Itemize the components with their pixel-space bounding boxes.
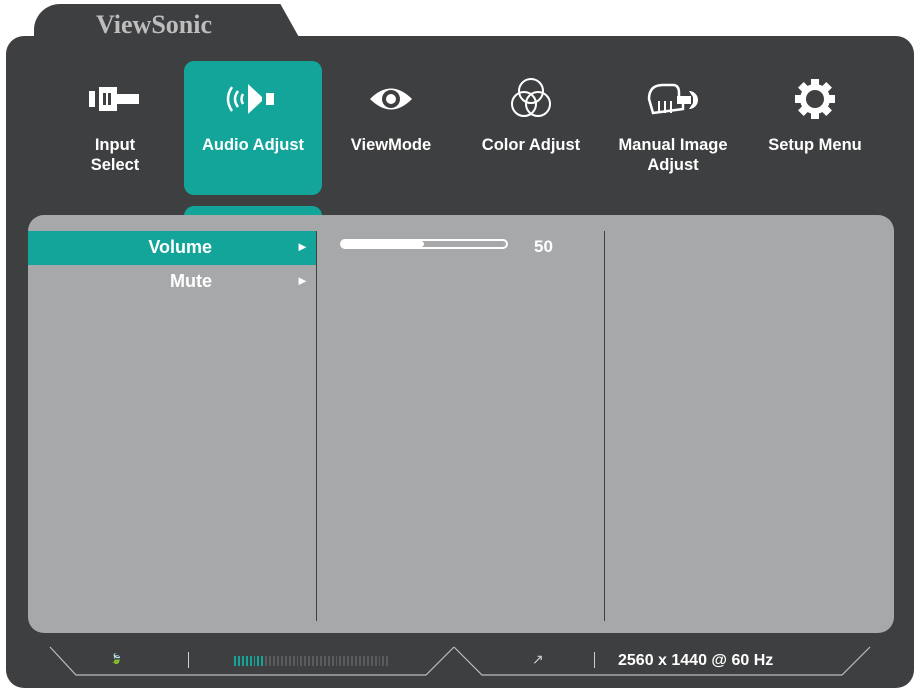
menu-item-volume[interactable]: Volume ► (28, 231, 316, 265)
meter-segment (319, 656, 322, 666)
meter-segment (382, 656, 385, 666)
eco-meter (234, 656, 389, 666)
meter-segment (292, 656, 295, 666)
hand-wrench-icon (604, 77, 742, 121)
nav-viewmode[interactable]: ViewMode (322, 61, 460, 195)
meter-segment (308, 656, 311, 666)
arrow-right-icon: ► (296, 239, 309, 254)
meter-segment (378, 656, 381, 666)
nav-label: Input Select (90, 136, 140, 174)
meter-segment (269, 656, 272, 666)
menu-item-mute[interactable]: Mute ► (28, 265, 316, 299)
volume-slider[interactable] (340, 239, 508, 249)
meter-segment (316, 656, 318, 666)
meter-segment (288, 656, 291, 666)
meter-segment (370, 656, 373, 666)
input-select-icon (46, 77, 184, 121)
meter-segment (265, 656, 268, 666)
nav-label: Color Adjust (481, 136, 581, 154)
nav-label: Manual Image Adjust (618, 136, 728, 174)
content-panel: Volume ► Mute ► 50 (28, 215, 894, 633)
volume-value: 50 (534, 237, 553, 256)
meter-segment (276, 656, 279, 666)
meter-segment (347, 656, 350, 666)
column-divider (316, 231, 317, 621)
resolution-text: 2560 x 1440 @ 60 Hz (618, 652, 774, 669)
meter-segment (343, 656, 346, 666)
column-divider (604, 231, 605, 621)
menu-item-label: Volume (148, 237, 212, 257)
meter-segment (362, 656, 365, 666)
speaker-icon (184, 77, 322, 121)
meter-segment (335, 656, 338, 666)
menu-item-label: Mute (170, 271, 212, 291)
meter-segment (355, 656, 357, 666)
meter-segment (359, 656, 361, 666)
meter-segment (374, 656, 377, 666)
meter-segment (249, 656, 252, 666)
nav-label: Audio Adjust (201, 136, 305, 154)
meter-segment (257, 656, 260, 666)
meter-segment (237, 656, 240, 666)
status-separator (594, 652, 595, 668)
nav-input-select[interactable]: Input Select (46, 61, 184, 195)
meter-segment (261, 656, 264, 666)
status-separator (188, 652, 189, 668)
status-bar: 🍃 ↗ 2560 x 1440 @ 60 Hz (48, 646, 876, 676)
nav-manual-image-adjust[interactable]: Manual Image Adjust (604, 61, 742, 195)
meter-segment (234, 656, 236, 666)
meter-segment (351, 656, 354, 666)
meter-segment (241, 656, 244, 666)
nav-color-adjust[interactable]: Color Adjust (462, 61, 600, 195)
color-circles-icon (462, 77, 600, 121)
main-nav: Input Select Audio Adjust ViewMode Color… (66, 61, 906, 201)
nav-label: Setup Menu (768, 136, 862, 154)
meter-segment (304, 656, 307, 666)
meter-segment (280, 656, 283, 666)
meter-segment (386, 656, 389, 666)
nav-setup-menu[interactable]: Setup Menu (746, 61, 884, 195)
meter-segment (312, 656, 315, 666)
volume-slider-fill (342, 241, 424, 247)
meter-segment (273, 656, 275, 666)
nav-label: ViewMode (350, 136, 432, 154)
meter-segment (339, 656, 342, 666)
meter-segment (300, 656, 303, 666)
meter-segment (366, 656, 369, 666)
arrow-right-icon: ► (296, 273, 309, 288)
meter-segment (327, 656, 330, 666)
external-link-icon: ↗ (532, 651, 544, 667)
meter-segment (284, 656, 287, 666)
meter-segment (253, 656, 256, 666)
meter-segment (331, 656, 334, 666)
meter-segment (296, 656, 299, 666)
eco-icon: 🍃 (110, 654, 123, 665)
gear-icon (746, 77, 884, 121)
meter-segment (245, 656, 248, 666)
meter-segment (323, 656, 326, 666)
eye-icon (322, 77, 460, 121)
nav-audio-adjust[interactable]: Audio Adjust (184, 61, 322, 195)
